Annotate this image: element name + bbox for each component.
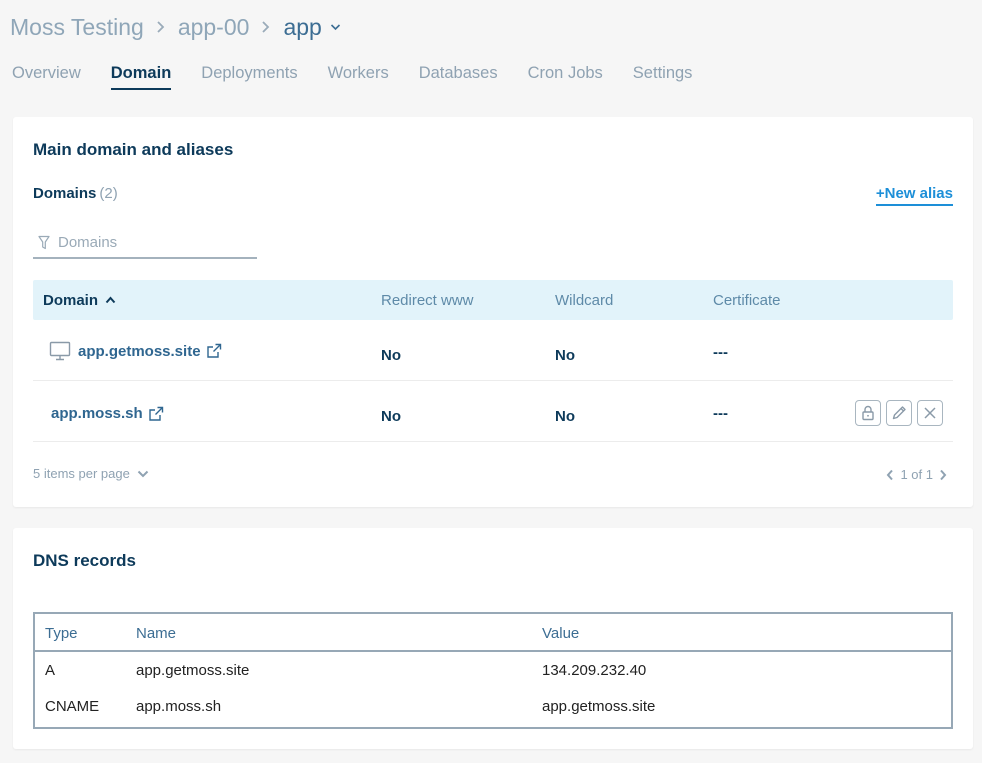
page-indicator: 1 of 1 — [900, 467, 933, 482]
breadcrumb-site[interactable]: app — [283, 14, 321, 41]
dns-name: app.moss.sh — [136, 698, 222, 715]
domains-heading: Domains (2) — [33, 185, 118, 202]
tab-bar: Overview Domain Deployments Workers Data… — [12, 64, 722, 90]
table-header: Type Name Value — [35, 614, 951, 652]
column-redirect-www-header: Redirect www — [381, 291, 474, 309]
certificate-value: --- — [713, 405, 728, 422]
table-row: A app.getmoss.site 134.209.232.40 — [35, 652, 951, 688]
tab-settings[interactable]: Settings — [633, 64, 693, 90]
column-domain-header[interactable]: Domain — [43, 292, 116, 309]
column-wildcard-header: Wildcard — [555, 291, 614, 309]
redirect-www-value: No — [381, 408, 401, 425]
table-row: app.getmoss.site No No --- — [33, 320, 953, 381]
dns-records-card: DNS records Type Name Value A app.getmos… — [13, 528, 973, 749]
sort-up-icon — [105, 296, 116, 304]
monitor-icon — [49, 341, 71, 361]
section-title: DNS records — [33, 551, 136, 570]
wildcard-value: No — [555, 408, 575, 425]
table-row: app.moss.sh No No --- — [33, 381, 953, 442]
wildcard-value: No — [555, 347, 575, 364]
domain-filter-input[interactable] — [58, 233, 238, 251]
close-icon — [923, 406, 937, 420]
chevron-right-icon[interactable] — [939, 469, 947, 481]
lock-button[interactable] — [855, 400, 881, 426]
chevron-right-icon — [261, 20, 271, 34]
tab-workers[interactable]: Workers — [328, 64, 389, 90]
breadcrumb: Moss Testing app-00 app — [10, 12, 341, 42]
chevron-left-icon[interactable] — [886, 469, 894, 481]
chevron-down-icon[interactable] — [330, 23, 341, 31]
tab-cron-jobs[interactable]: Cron Jobs — [528, 64, 603, 90]
chevron-right-icon — [156, 20, 166, 34]
items-per-page-label: 5 items per page — [33, 466, 130, 481]
external-link-icon[interactable] — [206, 343, 222, 359]
certificate-value: --- — [713, 344, 728, 361]
domain-filter — [33, 227, 257, 259]
dns-value: 134.209.232.40 — [542, 662, 647, 679]
edit-button[interactable] — [886, 400, 912, 426]
main-domain-card: Main domain and aliases Domains (2) +New … — [13, 117, 973, 507]
breadcrumb-project[interactable]: Moss Testing — [10, 14, 144, 41]
row-actions — [855, 400, 943, 426]
column-type-header: Type — [45, 625, 78, 642]
domain-link[interactable]: app.getmoss.site — [49, 341, 222, 361]
lock-icon — [861, 405, 875, 421]
items-per-page-select[interactable]: 5 items per page — [33, 466, 149, 481]
column-value-header: Value — [542, 625, 580, 642]
domains-table: Domain Redirect www Wildcard Certificate… — [33, 280, 953, 442]
new-alias-button[interactable]: +New alias — [875, 185, 953, 206]
chevron-down-icon — [137, 470, 149, 478]
tab-overview[interactable]: Overview — [12, 64, 81, 90]
tab-deployments[interactable]: Deployments — [201, 64, 297, 90]
dns-value: app.getmoss.site — [542, 698, 656, 715]
dns-type: CNAME — [45, 698, 100, 715]
pagination: 1 of 1 — [886, 467, 947, 482]
domains-count: (2) — [99, 185, 118, 202]
tab-databases[interactable]: Databases — [419, 64, 498, 90]
column-label: Domain — [43, 291, 99, 309]
domains-label: Domains — [33, 185, 97, 202]
external-link-icon[interactable] — [148, 406, 164, 422]
column-certificate-header: Certificate — [713, 291, 781, 309]
filter-icon — [38, 235, 50, 250]
tab-domain[interactable]: Domain — [110, 64, 172, 90]
redirect-www-value: No — [381, 347, 401, 364]
domain-name: app.getmoss.site — [78, 342, 201, 360]
section-title: Main domain and aliases — [33, 140, 234, 159]
domain-link[interactable]: app.moss.sh — [51, 405, 164, 422]
table-row: CNAME app.moss.sh app.getmoss.site — [35, 688, 951, 724]
dns-name: app.getmoss.site — [136, 662, 250, 679]
edit-icon — [891, 405, 907, 421]
dns-type: A — [45, 662, 56, 679]
dns-table: Type Name Value A app.getmoss.site 134.2… — [33, 612, 953, 729]
table-header: Domain Redirect www Wildcard Certificate — [33, 280, 953, 320]
delete-button[interactable] — [917, 400, 943, 426]
breadcrumb-server[interactable]: app-00 — [178, 14, 250, 41]
domain-name: app.moss.sh — [51, 405, 143, 422]
column-name-header: Name — [136, 625, 177, 642]
